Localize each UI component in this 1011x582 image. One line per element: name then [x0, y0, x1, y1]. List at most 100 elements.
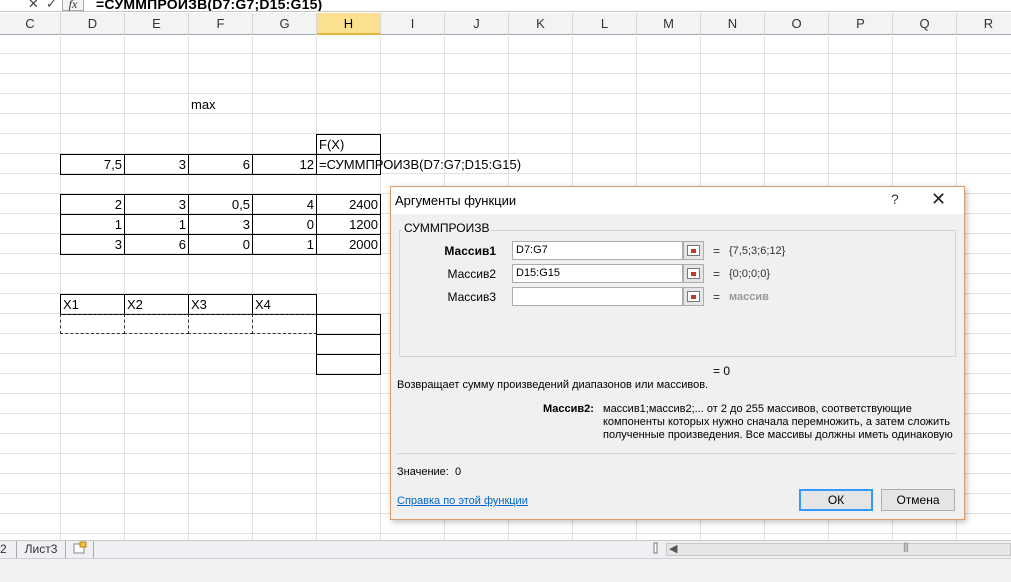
- column-header-m[interactable]: M: [637, 13, 701, 35]
- cell-h15[interactable]: [316, 314, 381, 335]
- sheet-tab-list3[interactable]: Лист3: [16, 541, 66, 558]
- param-description: массив1;массив2;... от 2 до 255 массивов…: [603, 403, 953, 441]
- cell-h6[interactable]: F(X): [316, 134, 381, 155]
- value-text: 0: [454, 466, 462, 478]
- column-header-k[interactable]: K: [509, 13, 573, 35]
- column-header-l[interactable]: L: [573, 13, 637, 35]
- ok-button[interactable]: ОК: [799, 489, 873, 511]
- arg1-input[interactable]: D7:G7: [512, 241, 683, 260]
- arg2-collapse-button[interactable]: [683, 264, 704, 283]
- dialog-title: Аргументы функции: [395, 193, 517, 208]
- arg3-label: Массив3: [447, 290, 496, 304]
- help-icon[interactable]: ?: [891, 191, 899, 207]
- status-bar: [0, 558, 1011, 582]
- column-header-n[interactable]: N: [701, 13, 765, 35]
- cell-h17[interactable]: [316, 354, 381, 375]
- cell-d7[interactable]: 7,5: [60, 154, 125, 175]
- value-row: Значение: 0: [397, 466, 461, 478]
- arg2-input[interactable]: D15:G15: [512, 264, 683, 283]
- insert-function-button[interactable]: fx: [62, 0, 84, 11]
- horizontal-scrollbar[interactable]: ◀ |||: [666, 542, 1011, 556]
- column-header-j[interactable]: J: [445, 13, 509, 35]
- cell-f11[interactable]: 0: [188, 234, 253, 255]
- column-header-i[interactable]: I: [381, 13, 445, 35]
- cell-g10[interactable]: 0: [252, 214, 317, 235]
- cell-h11[interactable]: 2000: [316, 234, 381, 255]
- cell-f15[interactable]: [188, 314, 253, 334]
- cell-f7[interactable]: 6: [188, 154, 253, 175]
- enter-formula-icon[interactable]: ✓: [46, 0, 57, 11]
- function-help-link[interactable]: Справка по этой функции: [397, 495, 528, 507]
- column-header-h[interactable]: H: [317, 13, 381, 35]
- cell-e11[interactable]: 6: [124, 234, 189, 255]
- cell-g15[interactable]: [252, 314, 317, 334]
- cell-d10[interactable]: 1: [60, 214, 125, 235]
- column-header-q[interactable]: Q: [893, 13, 957, 35]
- cell-g14[interactable]: X4: [252, 294, 317, 315]
- arg1-collapse-button[interactable]: [683, 241, 704, 260]
- cell-d9[interactable]: 2: [60, 194, 125, 215]
- cell-g9[interactable]: 4: [252, 194, 317, 215]
- column-header-o[interactable]: O: [765, 13, 829, 35]
- column-header-f[interactable]: F: [189, 13, 253, 35]
- column-header-e[interactable]: E: [125, 13, 189, 35]
- range-select-icon: [687, 268, 700, 279]
- column-header-r[interactable]: R: [957, 13, 1011, 35]
- cell-f14[interactable]: X3: [188, 294, 253, 315]
- arg2-equals: =: [713, 267, 721, 281]
- cell-e15[interactable]: [124, 314, 189, 334]
- excel-window: ✕ ✓ fx =СУММПРОИЗВ(D7:G7;D15:G15) C D E …: [0, 0, 1011, 582]
- cell-d15[interactable]: [60, 314, 125, 334]
- arg3-equals: =: [713, 290, 721, 304]
- arg1-result: {7,5;3;6;12}: [729, 245, 786, 257]
- cell-f4[interactable]: max: [189, 95, 253, 115]
- cell-d11[interactable]: 3: [60, 234, 125, 255]
- scroll-left-icon[interactable]: ◀: [669, 542, 677, 555]
- formula-result: = 0: [713, 364, 731, 378]
- function-arguments-dialog: Аргументы функции ? ✕ СУММПРОИЗВ Массив1…: [390, 186, 965, 520]
- formula-bar: ✕ ✓ fx =СУММПРОИЗВ(D7:G7;D15:G15): [0, 0, 1011, 12]
- dialog-titlebar[interactable]: Аргументы функции ? ✕: [391, 187, 964, 214]
- column-header-g[interactable]: G: [253, 13, 317, 35]
- value-label: Значение:: [397, 466, 449, 478]
- cell-f9[interactable]: 0,5: [188, 194, 253, 215]
- sheet-tab-bar: 2 Лист3 ◀ |||: [0, 540, 1011, 558]
- cell-e9[interactable]: 3: [124, 194, 189, 215]
- arg2-result: {0;0;0;0}: [729, 268, 770, 280]
- cell-h16[interactable]: [316, 334, 381, 355]
- cell-e14[interactable]: X2: [124, 294, 189, 315]
- arg3-result: массив: [729, 291, 769, 303]
- column-header-p[interactable]: P: [829, 13, 893, 35]
- param-label: Массив2:: [543, 403, 594, 415]
- function-name: СУММПРОИЗВ: [402, 221, 492, 235]
- arg1-equals: =: [713, 244, 721, 258]
- cell-h9[interactable]: 2400: [316, 194, 381, 215]
- cancel-button[interactable]: Отмена: [881, 489, 955, 511]
- close-icon[interactable]: ✕: [931, 189, 946, 210]
- column-header-d[interactable]: D: [61, 13, 125, 35]
- range-select-icon: [687, 291, 700, 302]
- arg1-label: Массив1: [444, 244, 496, 258]
- cell-d14[interactable]: X1: [60, 294, 125, 315]
- cell-h10[interactable]: 1200: [316, 214, 381, 235]
- new-sheet-icon[interactable]: [70, 541, 94, 558]
- cancel-formula-icon[interactable]: ✕: [28, 0, 39, 11]
- sheet-tab-2[interactable]: 2: [0, 541, 14, 558]
- column-header-c[interactable]: C: [0, 13, 61, 35]
- cell-e10[interactable]: 1: [124, 214, 189, 235]
- cell-h7-editing[interactable]: =СУММПРОИЗВ(D7:G7;D15:G15): [316, 154, 521, 175]
- scroll-thumb-grip-icon[interactable]: |||: [903, 542, 909, 553]
- range-select-icon: [687, 245, 700, 256]
- cell-f10[interactable]: 3: [188, 214, 253, 235]
- arg3-input[interactable]: [512, 287, 683, 306]
- cell-g7[interactable]: 12: [252, 154, 317, 175]
- cell-g11[interactable]: 1: [252, 234, 317, 255]
- column-headers: C D E F G H I J K L M N O P Q R: [0, 13, 1011, 35]
- divider: [397, 453, 956, 454]
- arg3-collapse-button[interactable]: [683, 287, 704, 306]
- tab-splitter-handle[interactable]: [651, 541, 661, 558]
- arg2-label: Массив2: [447, 267, 496, 281]
- formula-input[interactable]: =СУММПРОИЗВ(D7:G7;D15:G15): [96, 0, 322, 11]
- cell-e7[interactable]: 3: [124, 154, 189, 175]
- function-description: Возвращает сумму произведений диапазонов…: [397, 379, 709, 391]
